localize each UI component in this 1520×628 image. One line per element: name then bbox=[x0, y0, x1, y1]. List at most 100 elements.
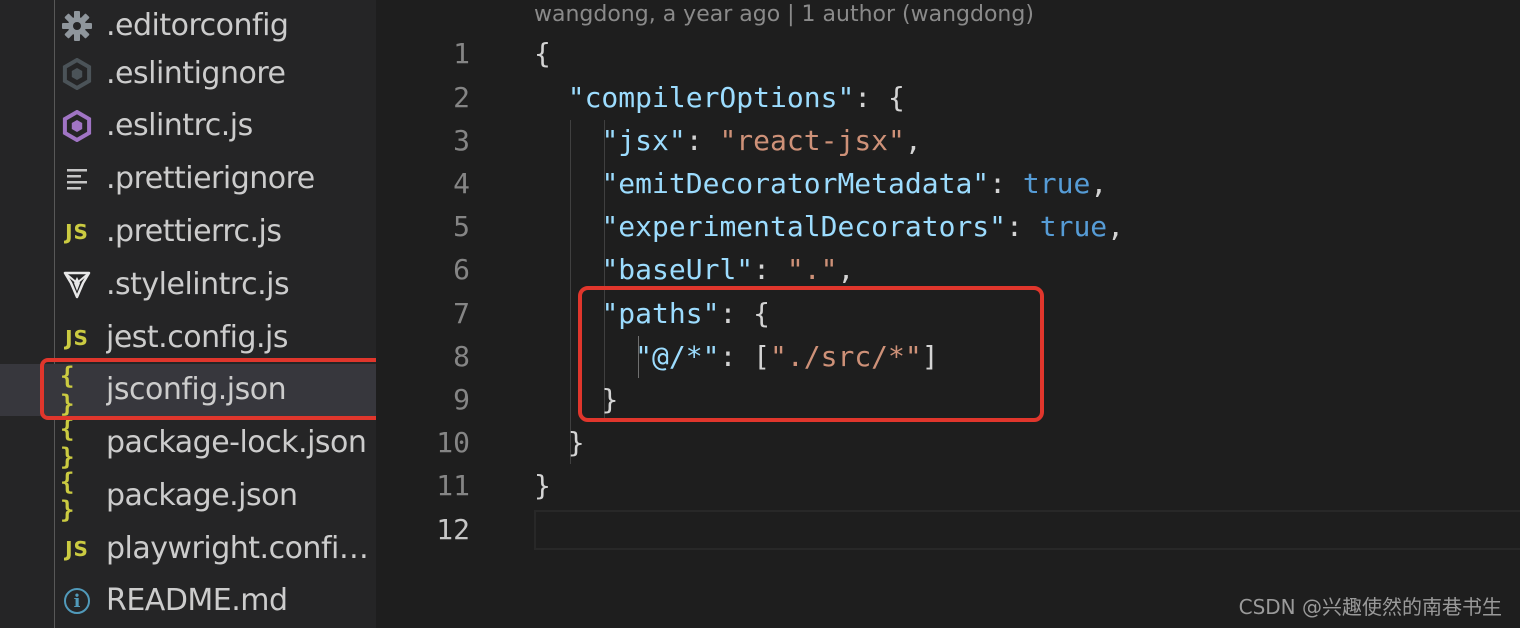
file-item[interactable]: JS .prettierrc.js bbox=[0, 206, 376, 258]
git-blame-annotation: wangdong, a year ago | 1 author (wangdon… bbox=[534, 2, 1034, 27]
code-token-punc bbox=[534, 426, 568, 459]
code-token-punc: } bbox=[534, 469, 551, 502]
code-token-key: "baseUrl" bbox=[601, 253, 754, 286]
file-item[interactable]: .prettierignore bbox=[0, 153, 376, 205]
eslint-gray-icon bbox=[60, 58, 94, 90]
file-label: jsconfig.json bbox=[106, 372, 287, 407]
line-number: 6 bbox=[453, 253, 470, 286]
code-token-punc bbox=[534, 297, 601, 330]
code-token-punc: , bbox=[837, 253, 855, 286]
json-braces-icon: { } bbox=[60, 415, 94, 471]
file-item[interactable]: i README.md bbox=[0, 575, 376, 627]
code-token-punc bbox=[534, 383, 601, 416]
file-label: package.json bbox=[106, 478, 298, 513]
code-token-key: "@/*" bbox=[635, 340, 720, 373]
code-token-punc: : bbox=[685, 124, 720, 157]
lines-icon bbox=[60, 163, 94, 195]
file-label: playwright.config... bbox=[106, 531, 374, 566]
file-label: README.md bbox=[106, 583, 288, 618]
code-token-punc bbox=[534, 210, 601, 243]
file-item[interactable]: .stylelintrc.js bbox=[0, 259, 376, 311]
file-item[interactable]: JS jest.config.js bbox=[0, 312, 376, 364]
js-icon: JS bbox=[60, 533, 94, 565]
code-token-punc: : [ bbox=[719, 340, 771, 373]
code-token-punc: } bbox=[567, 426, 585, 459]
line-number: 7 bbox=[453, 297, 470, 330]
code-token-bool: true bbox=[1039, 210, 1108, 243]
line-number: 11 bbox=[436, 469, 470, 502]
code-token-key: "paths" bbox=[601, 297, 720, 330]
code-token-punc: , bbox=[1107, 210, 1125, 243]
code-token-punc: : bbox=[989, 167, 1023, 200]
code-token-key: "jsx" bbox=[601, 124, 686, 157]
file-explorer: .editorconfig .eslintignore .eslintrc.js .p… bbox=[0, 0, 376, 628]
json-braces-icon-text: { } bbox=[60, 415, 75, 471]
code-line[interactable]: "@/*": ["./src/*"] bbox=[534, 335, 939, 378]
js-icon-text: JS bbox=[65, 220, 89, 244]
file-label: .prettierignore bbox=[106, 161, 315, 196]
code-line[interactable]: } bbox=[534, 378, 618, 421]
file-label: package-lock.json bbox=[106, 425, 367, 460]
json-braces-icon: { } bbox=[60, 468, 94, 524]
watermark: CSDN @兴趣使然的南巷书生 bbox=[1238, 595, 1502, 619]
code-token-punc: : bbox=[1006, 210, 1040, 243]
code-token-punc: , bbox=[1090, 167, 1108, 200]
line-number: 1 bbox=[453, 37, 470, 70]
code-token-str: "react-jsx" bbox=[719, 124, 905, 157]
stylelint-icon bbox=[60, 269, 94, 301]
json-braces-icon: { } bbox=[60, 362, 94, 418]
file-item[interactable]: { } package.json bbox=[0, 468, 376, 524]
line-number: 8 bbox=[453, 340, 470, 373]
file-item[interactable]: .eslintignore bbox=[0, 48, 376, 100]
js-icon: JS bbox=[60, 216, 94, 248]
code-token-punc: : bbox=[753, 253, 787, 286]
code-line[interactable]: "compilerOptions": { bbox=[534, 76, 905, 119]
gear-icon bbox=[60, 10, 94, 42]
line-number: 3 bbox=[453, 124, 470, 157]
code-line[interactable]: "paths": { bbox=[534, 292, 770, 335]
file-item[interactable]: .editorconfig bbox=[0, 0, 376, 52]
js-icon-text: JS bbox=[65, 326, 89, 350]
code-token-punc bbox=[534, 167, 601, 200]
code-line[interactable]: } bbox=[534, 464, 551, 507]
line-number: 9 bbox=[453, 383, 470, 416]
js-icon: JS bbox=[60, 322, 94, 354]
file-item[interactable]: .eslintrc.js bbox=[0, 100, 376, 152]
js-icon-text: JS bbox=[65, 537, 89, 561]
line-number: 12 bbox=[436, 513, 470, 546]
code-token-punc bbox=[534, 253, 601, 286]
code-line[interactable]: } bbox=[534, 421, 585, 464]
line-number: 10 bbox=[436, 426, 470, 459]
line-number: 4 bbox=[453, 167, 470, 200]
code-token-punc bbox=[534, 81, 568, 114]
code-editor[interactable]: wangdong, a year ago | 1 author (wangdon… bbox=[376, 0, 1520, 628]
file-item[interactable]: JS playwright.config... bbox=[0, 523, 376, 575]
code-token-punc: : { bbox=[854, 81, 905, 114]
file-label: .eslintignore bbox=[106, 56, 286, 91]
file-label: .prettierrc.js bbox=[106, 214, 282, 249]
json-braces-icon-text: { } bbox=[60, 362, 75, 418]
code-token-key: "compilerOptions" bbox=[567, 81, 855, 114]
file-label: .editorconfig bbox=[106, 8, 289, 43]
file-label: .stylelintrc.js bbox=[106, 267, 290, 302]
code-token-punc: : { bbox=[719, 297, 771, 330]
file-item[interactable]: { } package-lock.json bbox=[0, 415, 376, 471]
code-token-str: "." bbox=[786, 253, 838, 286]
eslint-purple-icon bbox=[60, 110, 94, 142]
info-icon-glyph: i bbox=[64, 588, 90, 614]
file-item[interactable]: { } jsconfig.json bbox=[0, 362, 376, 418]
code-line[interactable]: "jsx": "react-jsx", bbox=[534, 119, 922, 162]
code-token-key: "experimentalDecorators" bbox=[601, 210, 1007, 243]
code-token-punc: { bbox=[534, 37, 551, 70]
code-line[interactable]: "experimentalDecorators": true, bbox=[534, 205, 1124, 248]
code-token-str: "./src/*" bbox=[770, 340, 922, 373]
code-line[interactable]: "baseUrl": ".", bbox=[534, 248, 854, 291]
file-label: jest.config.js bbox=[106, 320, 289, 355]
code-token-punc: , bbox=[904, 124, 922, 157]
code-line[interactable]: { bbox=[534, 32, 551, 75]
code-token-punc bbox=[534, 340, 635, 373]
code-token-punc: ] bbox=[921, 340, 939, 373]
json-braces-icon-text: { } bbox=[60, 468, 75, 524]
code-line[interactable]: "emitDecoratorMetadata": true, bbox=[534, 162, 1107, 205]
code-token-punc: } bbox=[601, 383, 619, 416]
